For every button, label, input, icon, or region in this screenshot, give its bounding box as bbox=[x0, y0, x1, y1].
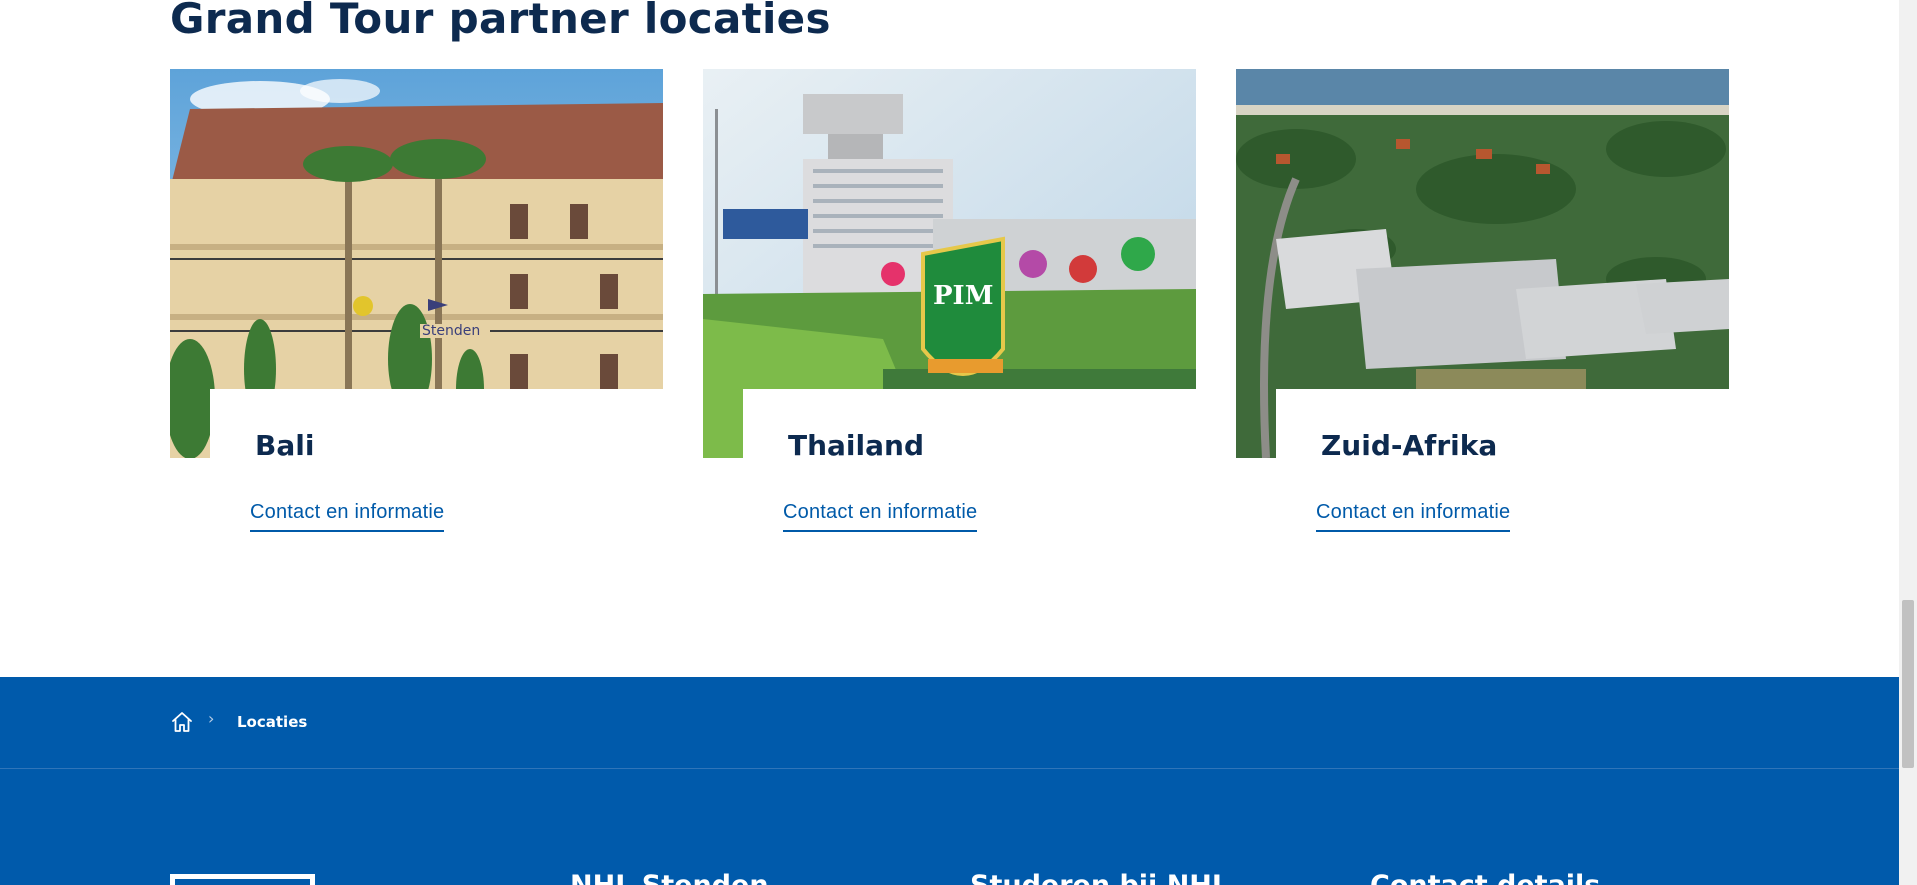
home-icon[interactable] bbox=[170, 710, 194, 734]
footer-heading-contact: Contact details bbox=[1370, 870, 1600, 885]
breadcrumb: › Locaties bbox=[0, 677, 1899, 769]
scrollbar-thumb[interactable] bbox=[1902, 600, 1914, 768]
section-title: Grand Tour partner locaties bbox=[170, 0, 831, 43]
contact-info-link[interactable]: Contact en informatie bbox=[783, 501, 978, 532]
card-panel: Zuid-Afrika Contact en informatie bbox=[1276, 389, 1729, 549]
footer-logo[interactable] bbox=[170, 874, 315, 885]
vertical-scrollbar[interactable] bbox=[1899, 0, 1917, 885]
footer-heading-studeren: Studeren bij NHL bbox=[970, 870, 1229, 885]
location-card-zuid-afrika: Zuid-Afrika Contact en informatie bbox=[1236, 69, 1729, 549]
card-panel: Thailand Contact en informatie bbox=[743, 389, 1196, 549]
svg-text:PIM: PIM bbox=[933, 281, 994, 311]
location-card-bali: Stenden Bali Contact en informatie bbox=[170, 69, 663, 549]
location-card-thailand: PIM Thailand Contact en informatie bbox=[703, 69, 1196, 549]
card-title: Thailand bbox=[788, 429, 924, 462]
card-title: Bali bbox=[255, 429, 315, 462]
contact-info-link[interactable]: Contact en informatie bbox=[1316, 501, 1511, 532]
card-panel: Bali Contact en informatie bbox=[210, 389, 663, 549]
footer-heading-nhl-stenden: NHL Stenden bbox=[570, 870, 769, 885]
breadcrumb-current: Locaties bbox=[237, 713, 308, 731]
contact-info-link[interactable]: Contact en informatie bbox=[250, 501, 445, 532]
svg-text:Stenden: Stenden bbox=[422, 323, 480, 339]
footer: NHL Stenden Studeren bij NHL Contact det… bbox=[0, 769, 1899, 885]
breadcrumb-separator: › bbox=[208, 709, 215, 728]
main-content: Grand Tour partner locaties Stenden Bali… bbox=[0, 0, 1899, 677]
card-title: Zuid-Afrika bbox=[1321, 429, 1498, 462]
